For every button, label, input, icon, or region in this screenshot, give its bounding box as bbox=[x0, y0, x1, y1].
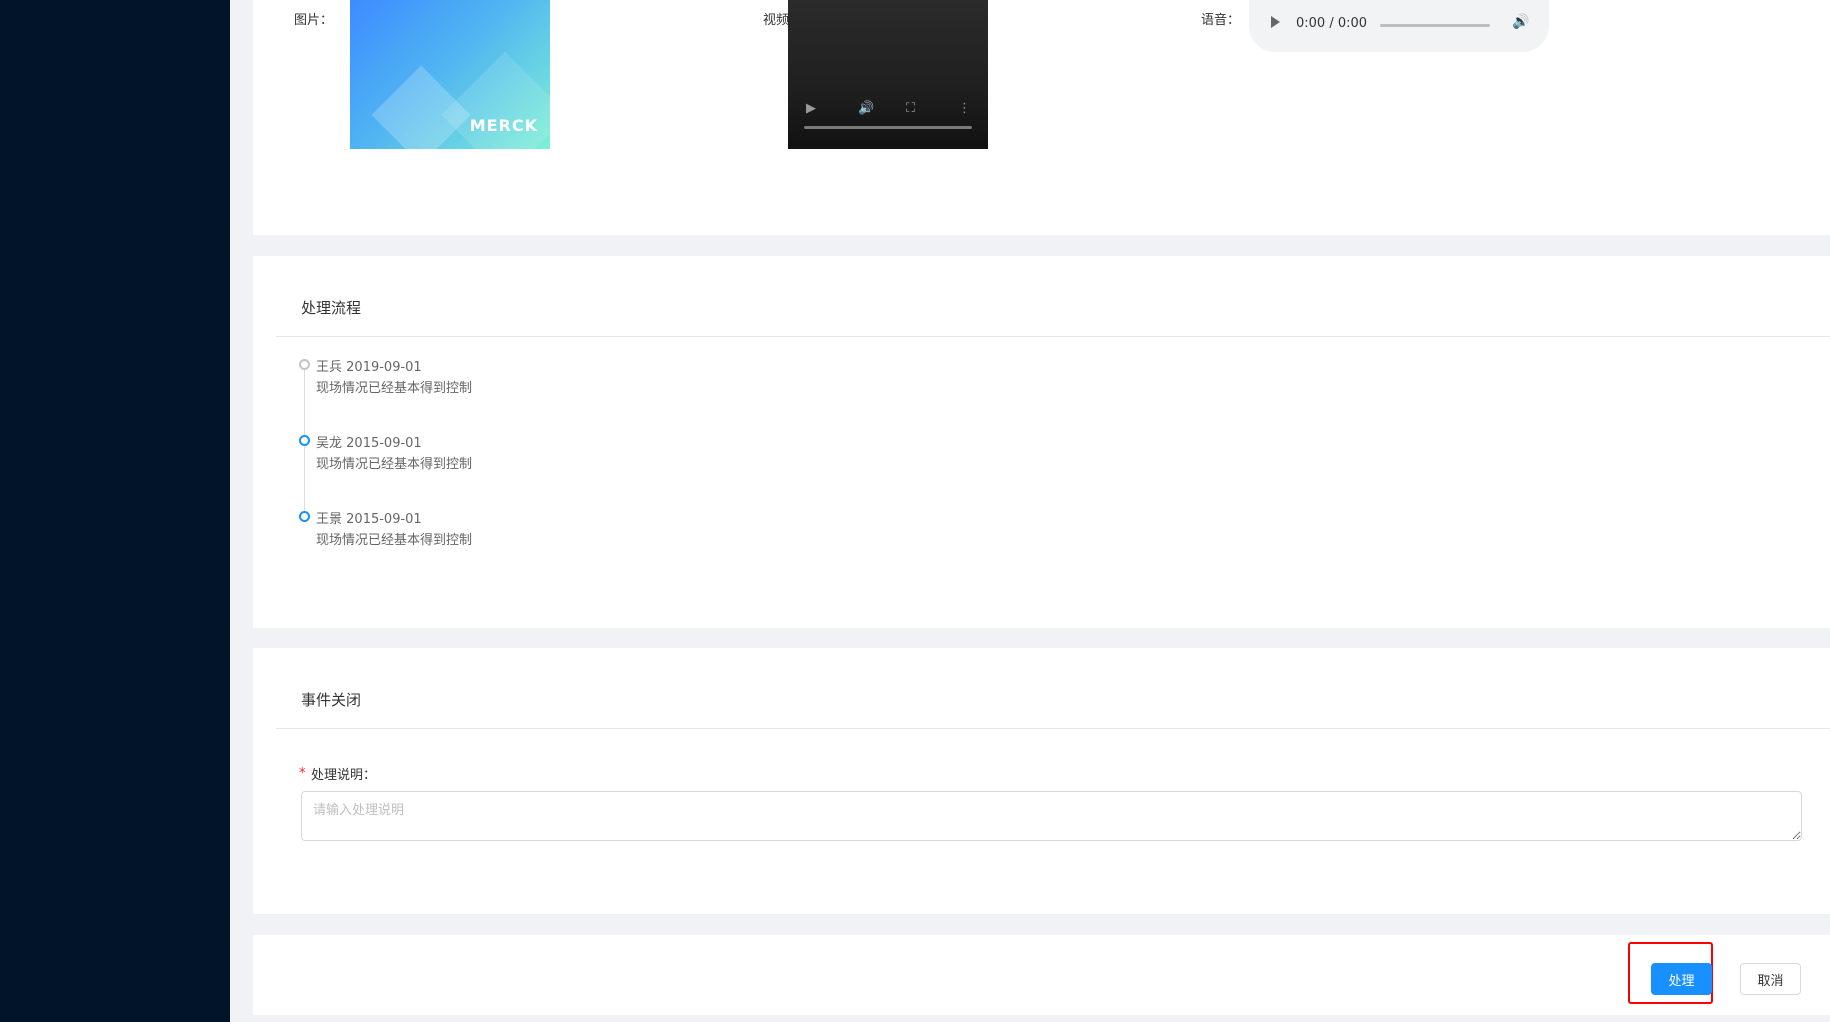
audio-player: 0:00 / 0:00 🔊 bbox=[1249, 0, 1549, 52]
audio-label: 语音： bbox=[1201, 13, 1241, 28]
required-mark: * bbox=[299, 766, 306, 781]
audio-time: 0:00 / 0:00 bbox=[1296, 16, 1368, 31]
image-label: 图片： bbox=[294, 13, 334, 28]
close-title: 事件关闭 bbox=[301, 691, 362, 709]
timeline-date: 2019-09-01 bbox=[346, 360, 422, 375]
timeline-date: 2015-09-01 bbox=[346, 436, 422, 451]
timeline-item: 王景 2015-09-01 现场情况已经基本得到控制 bbox=[299, 508, 699, 548]
audio-play-icon[interactable] bbox=[1271, 16, 1280, 28]
video-progress-bar[interactable] bbox=[804, 126, 972, 129]
process-title: 处理流程 bbox=[301, 299, 362, 317]
audio-progress-bar[interactable] bbox=[1380, 24, 1490, 27]
main-content: 图片： MERCK 视频： ▶ 🔊 ⛶ ⋮ 语音： 0:00 / 0:00 🔊 … bbox=[230, 0, 1830, 1022]
process-button[interactable]: 处理 bbox=[1651, 963, 1712, 995]
divider bbox=[276, 728, 1830, 729]
video-volume-icon[interactable]: 🔊 bbox=[858, 101, 874, 116]
timeline-head: 吴龙 2015-09-01 bbox=[316, 432, 422, 451]
process-note-label: 处理说明： bbox=[311, 768, 377, 783]
process-card: 处理流程 王兵 2019-09-01 现场情况已经基本得到控制 吴龙 2015-… bbox=[253, 256, 1830, 628]
timeline-dot bbox=[299, 511, 310, 522]
media-card: 图片： MERCK 视频： ▶ 🔊 ⛶ ⋮ 语音： 0:00 / 0:00 🔊 bbox=[253, 0, 1830, 235]
timeline-person: 王兵 bbox=[316, 360, 343, 375]
timeline-item: 王兵 2019-09-01 现场情况已经基本得到控制 bbox=[299, 356, 699, 396]
event-image[interactable]: MERCK bbox=[350, 0, 550, 149]
timeline-dot bbox=[299, 435, 310, 446]
timeline-date: 2015-09-01 bbox=[346, 512, 422, 527]
close-event-card: 事件关闭 * 处理说明： bbox=[253, 648, 1830, 914]
image-brand-logo: MERCK bbox=[469, 116, 538, 135]
timeline-item: 吴龙 2015-09-01 现场情况已经基本得到控制 bbox=[299, 432, 699, 472]
audio-volume-icon[interactable]: 🔊 bbox=[1512, 14, 1529, 30]
video-fullscreen-icon[interactable]: ⛶ bbox=[906, 101, 915, 116]
sidebar bbox=[0, 0, 230, 1022]
timeline-desc: 现场情况已经基本得到控制 bbox=[316, 457, 473, 472]
timeline-head: 王兵 2019-09-01 bbox=[316, 356, 422, 375]
event-video-player[interactable]: ▶ 🔊 ⛶ ⋮ bbox=[788, 0, 988, 149]
timeline-desc: 现场情况已经基本得到控制 bbox=[316, 533, 473, 548]
timeline-person: 吴龙 bbox=[316, 436, 343, 451]
timeline-desc: 现场情况已经基本得到控制 bbox=[316, 381, 473, 396]
process-note-input[interactable] bbox=[301, 791, 1802, 841]
video-play-icon[interactable]: ▶ bbox=[806, 101, 816, 116]
timeline-head: 王景 2015-09-01 bbox=[316, 508, 422, 527]
timeline-person: 王景 bbox=[316, 512, 343, 527]
cancel-button[interactable]: 取消 bbox=[1740, 963, 1801, 995]
timeline-dot bbox=[299, 359, 310, 370]
divider bbox=[276, 336, 1830, 337]
actions-card: 处理 取消 bbox=[253, 935, 1830, 1015]
video-more-icon[interactable]: ⋮ bbox=[958, 101, 971, 116]
